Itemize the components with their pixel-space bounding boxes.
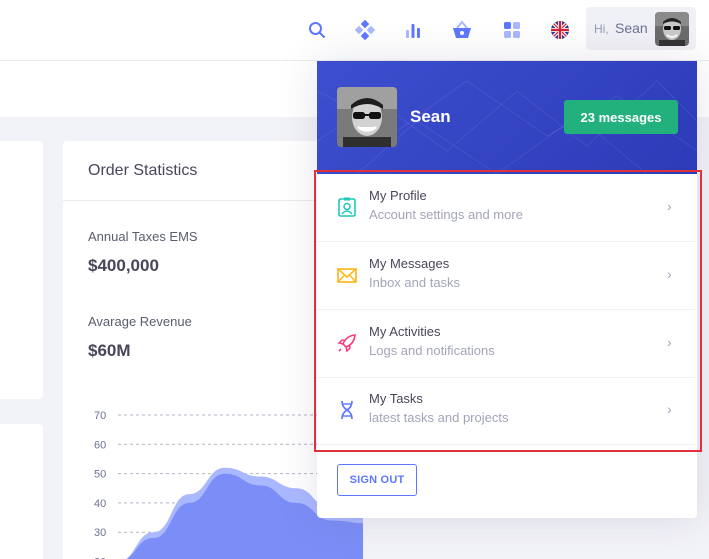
menu-item-subtitle: Inbox and tasks (369, 275, 461, 290)
user-menu-toggle[interactable]: Hi, Sean (586, 7, 696, 50)
dropdown-header: Sean 23 messages (317, 61, 697, 174)
menu-item-title: My Activities (369, 324, 441, 339)
side-card (0, 141, 43, 399)
search-icon[interactable] (305, 18, 329, 42)
menu-item-title: My Tasks (369, 391, 423, 406)
stat-value: $400,000 (88, 256, 159, 275)
menu-item-my-messages[interactable]: My Messages Inbox and tasks › (317, 242, 697, 310)
stat-label: Avarage Revenue (88, 314, 192, 329)
menu-item-title: My Messages (369, 256, 450, 271)
rocket-icon (336, 332, 358, 354)
sign-out-button[interactable]: SIGN OUT (337, 464, 417, 496)
chevron-right-icon: › (667, 266, 672, 282)
chevron-right-icon: › (667, 401, 672, 417)
top-header: Hi, Sean (0, 0, 709, 61)
stat-value: $60M (88, 341, 131, 360)
menu-item-title: My Profile (369, 188, 427, 203)
apps-grid-icon[interactable] (500, 18, 524, 42)
avatar (655, 12, 689, 46)
chevron-right-icon: › (667, 334, 672, 350)
basket-icon[interactable] (450, 18, 474, 42)
dna-icon (336, 399, 358, 421)
bar-chart-icon[interactable] (401, 18, 425, 42)
menu-item-my-profile[interactable]: My Profile Account settings and more › (317, 174, 697, 242)
y-tick-label: 70 (94, 410, 106, 422)
uk-flag-icon[interactable] (548, 18, 572, 42)
messages-badge[interactable]: 23 messages (564, 100, 678, 134)
profile-card-icon (336, 196, 358, 218)
y-tick-label: 40 (94, 498, 106, 510)
envelope-icon (336, 264, 358, 286)
menu-item-my-activities[interactable]: My Activities Logs and notifications › (317, 310, 697, 378)
y-tick-label: 30 (94, 527, 106, 539)
diamond-grid-icon[interactable] (353, 18, 377, 42)
chevron-right-icon: › (667, 198, 672, 214)
avatar (337, 87, 397, 147)
y-tick-label: 50 (94, 469, 106, 481)
user-dropdown: Sean 23 messages My Profile Account sett… (317, 61, 697, 518)
greeting-text: Hi, (594, 22, 609, 36)
side-card (0, 424, 43, 559)
menu-item-subtitle: Logs and notifications (369, 343, 495, 358)
menu-item-subtitle: Account settings and more (369, 207, 523, 222)
menu-item-my-tasks[interactable]: My Tasks latest tasks and projects › (317, 377, 697, 445)
dropdown-username: Sean (410, 107, 451, 126)
stat-label: Annual Taxes EMS (88, 229, 198, 244)
header-username: Sean (615, 20, 648, 36)
y-tick-label: 60 (94, 439, 106, 451)
menu-item-subtitle: latest tasks and projects (369, 410, 509, 425)
